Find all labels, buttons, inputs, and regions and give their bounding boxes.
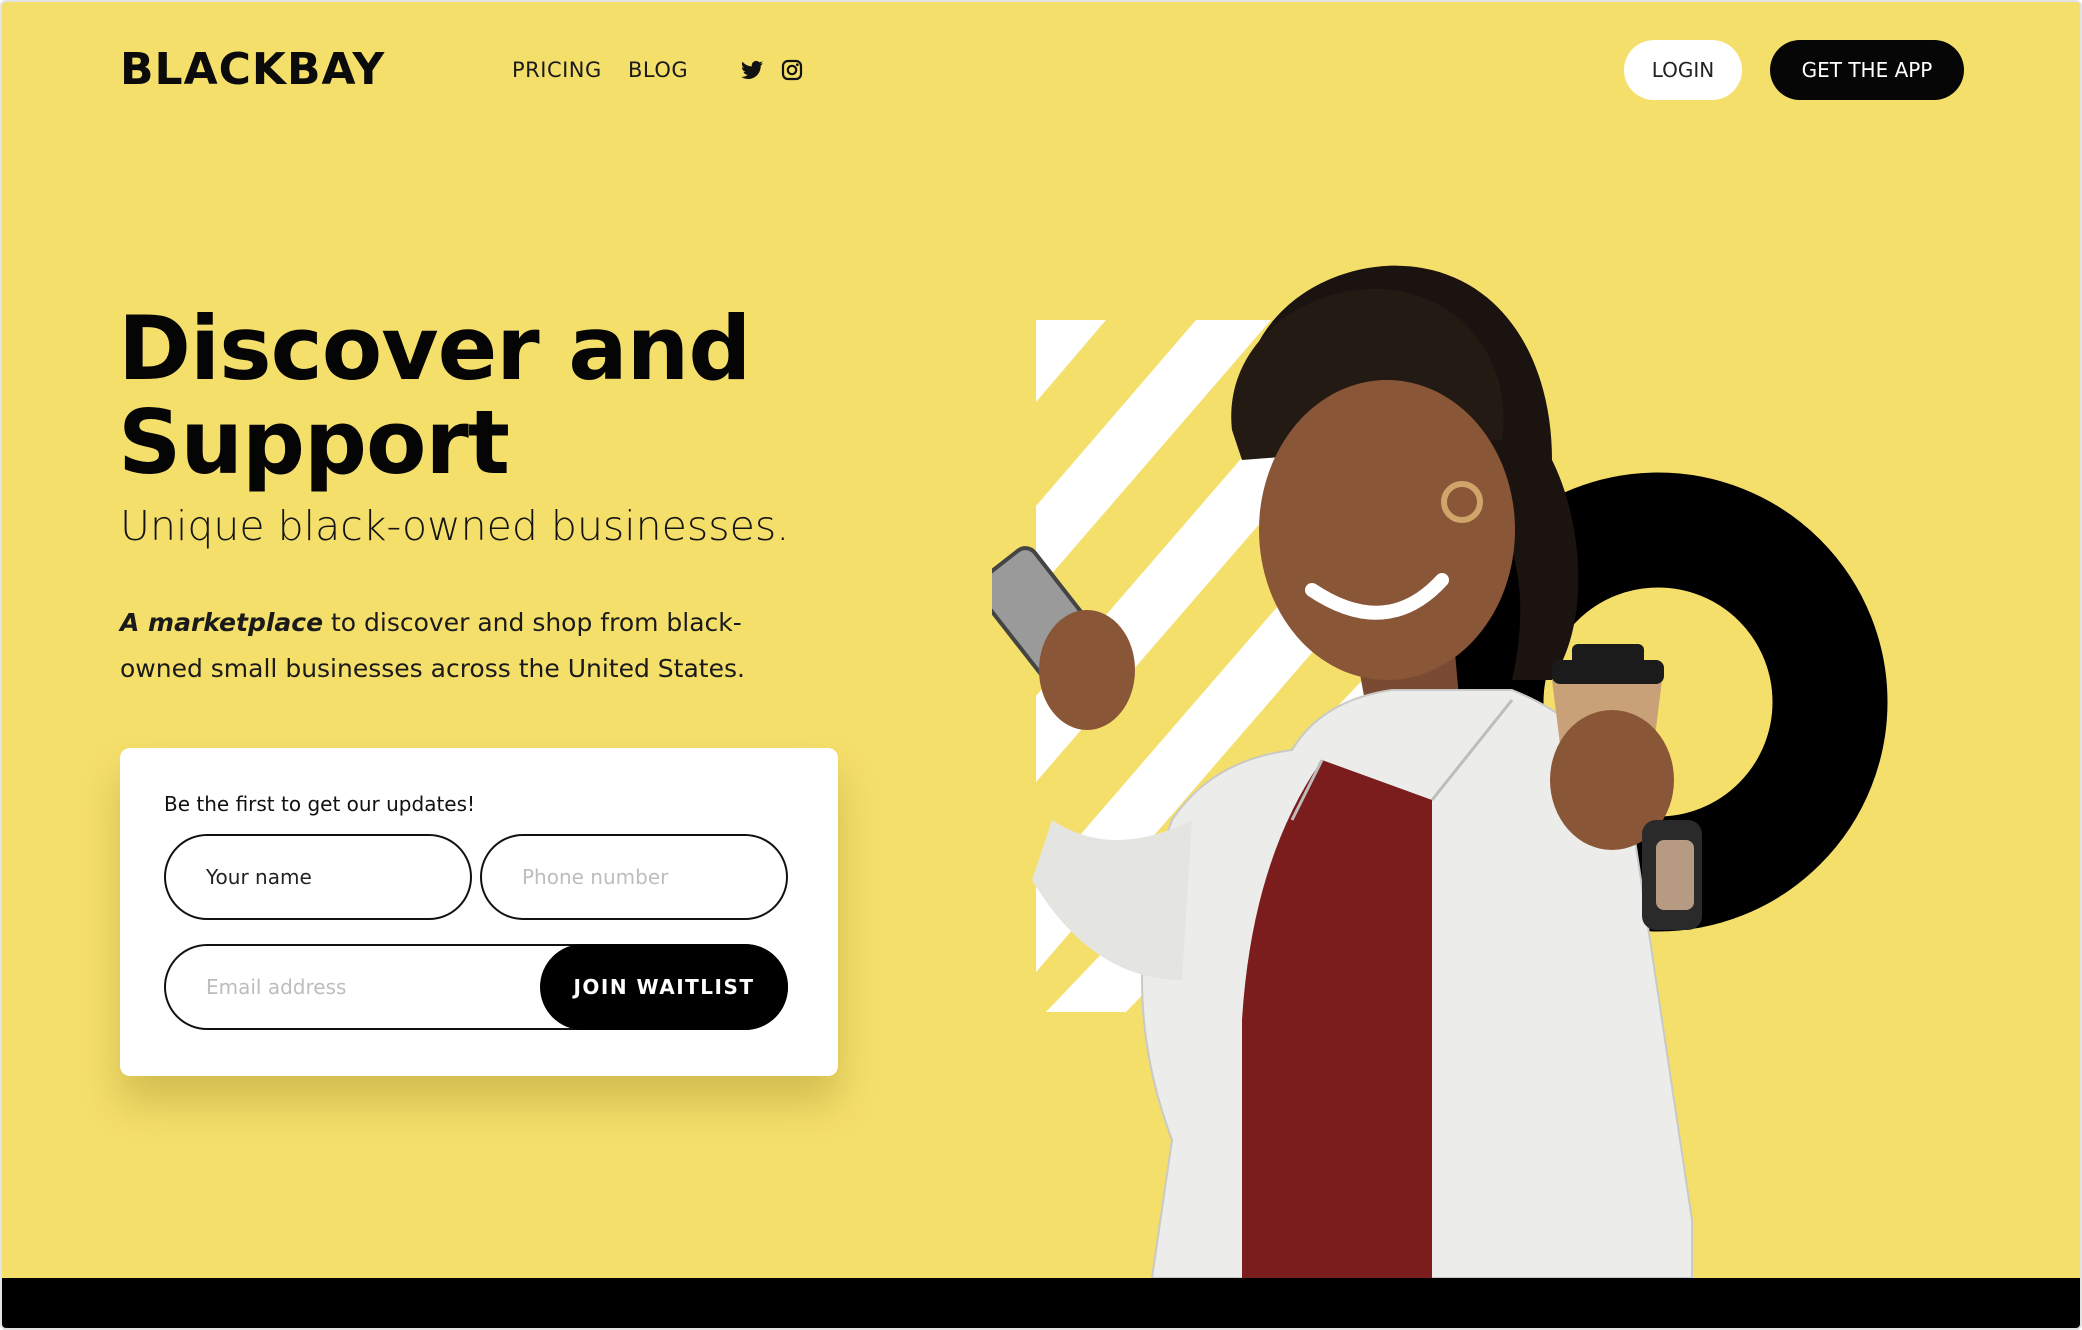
footer-bar [2,1278,2080,1328]
twitter-icon[interactable] [740,58,764,82]
nav-pricing-link[interactable]: PRICING [512,58,602,82]
hero-title-line-2: Support [118,391,510,494]
login-button[interactable]: LOGIN [1624,40,1742,100]
get-app-button[interactable]: GET THE APP [1770,40,1964,100]
hero-description-emphasis: A marketplace [120,608,324,637]
nav-blog-link[interactable]: BLOG [628,58,688,82]
page-frame: BLACKBAY PRICING BLOG LOGIN GET THE APP … [0,0,2082,1330]
join-waitlist-button[interactable]: JOIN WAITLIST [540,944,788,1030]
phone-input[interactable] [480,834,788,920]
woman-with-phone-photo [992,265,1702,1278]
instagram-icon[interactable] [780,58,804,82]
hero-title: Discover and Support [118,302,818,490]
brand-logo[interactable]: BLACKBAY [120,44,385,95]
hero-description: A marketplace to discover and shop from … [120,600,760,692]
name-input[interactable] [164,834,472,920]
waitlist-form-card: Be the first to get our updates! JOIN WA… [120,748,838,1076]
hero-title-line-1: Discover and [118,297,751,400]
hero-subtitle: Unique black-owned businesses. [120,502,790,550]
form-label: Be the first to get our updates! [164,792,476,816]
